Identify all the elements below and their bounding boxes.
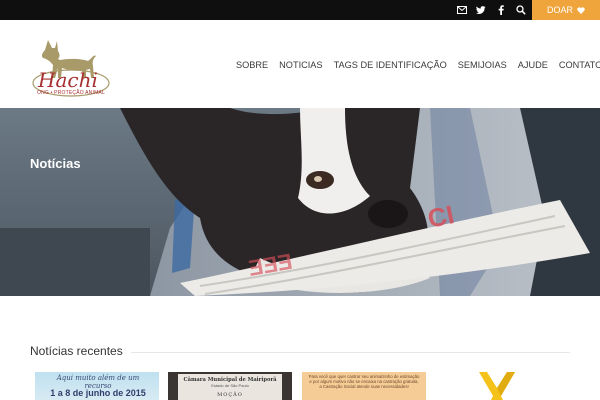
twitter-icon[interactable]	[474, 3, 488, 17]
mail-icon[interactable]	[455, 3, 469, 17]
thumb-2-line-2: Estado de São Paulo	[211, 383, 249, 388]
nav-item-semijoias[interactable]: SEMIJOIAS	[458, 60, 507, 70]
news-thumb-3[interactable]: Para você que quer castrar seu animalzin…	[302, 372, 426, 400]
ribbon-icon	[479, 372, 515, 400]
section-divider	[131, 352, 570, 353]
hero-photo: CI ƎƎƎ	[0, 108, 600, 296]
thumb-2-line-3: MOÇÃO	[217, 392, 243, 398]
donate-button[interactable]: DOAR	[532, 0, 600, 20]
site-header: Hachi ONG • PROTEÇÃO ANIMAL SOBRE NOTICI…	[0, 20, 600, 108]
logo-tagline: ONG • PROTEÇÃO ANIMAL	[37, 90, 105, 96]
news-thumb-1[interactable]: Aqui muito além de um recurso 1 a 8 de j…	[35, 372, 159, 400]
top-bar: DOAR	[0, 0, 600, 20]
thumb-3-line-1: Para você que quer castrar seu animalzin…	[308, 374, 420, 389]
nav-item-tags[interactable]: TAGS DE IDENTIFICAÇÃO	[334, 60, 447, 70]
page-title: Notícias	[30, 156, 81, 171]
thumb-1-line-2: 1 a 8 de junho de 2015	[50, 388, 146, 398]
logo-name: Hachi	[38, 68, 98, 92]
nav-item-contato[interactable]: CONTATO	[559, 60, 600, 70]
news-thumb-2[interactable]: Câmara Municipal de Mairiporã Estado de …	[168, 372, 292, 400]
nav-item-sobre[interactable]: SOBRE	[236, 60, 268, 70]
heart-icon	[577, 6, 585, 14]
search-icon[interactable]	[514, 3, 528, 17]
section-title: Notícias recentes	[30, 344, 123, 358]
hero-banner: CI ƎƎƎ Notícias	[0, 108, 600, 296]
main-nav: SOBRE NOTICIAS TAGS DE IDENTIFICAÇÃO SEM…	[236, 60, 600, 70]
nav-item-noticias[interactable]: NOTICIAS	[279, 60, 322, 70]
nav-item-ajude[interactable]: AJUDE	[518, 60, 548, 70]
donate-label: DOAR	[546, 5, 573, 15]
facebook-icon[interactable]	[494, 3, 508, 17]
news-thumb-4[interactable]	[435, 372, 559, 400]
